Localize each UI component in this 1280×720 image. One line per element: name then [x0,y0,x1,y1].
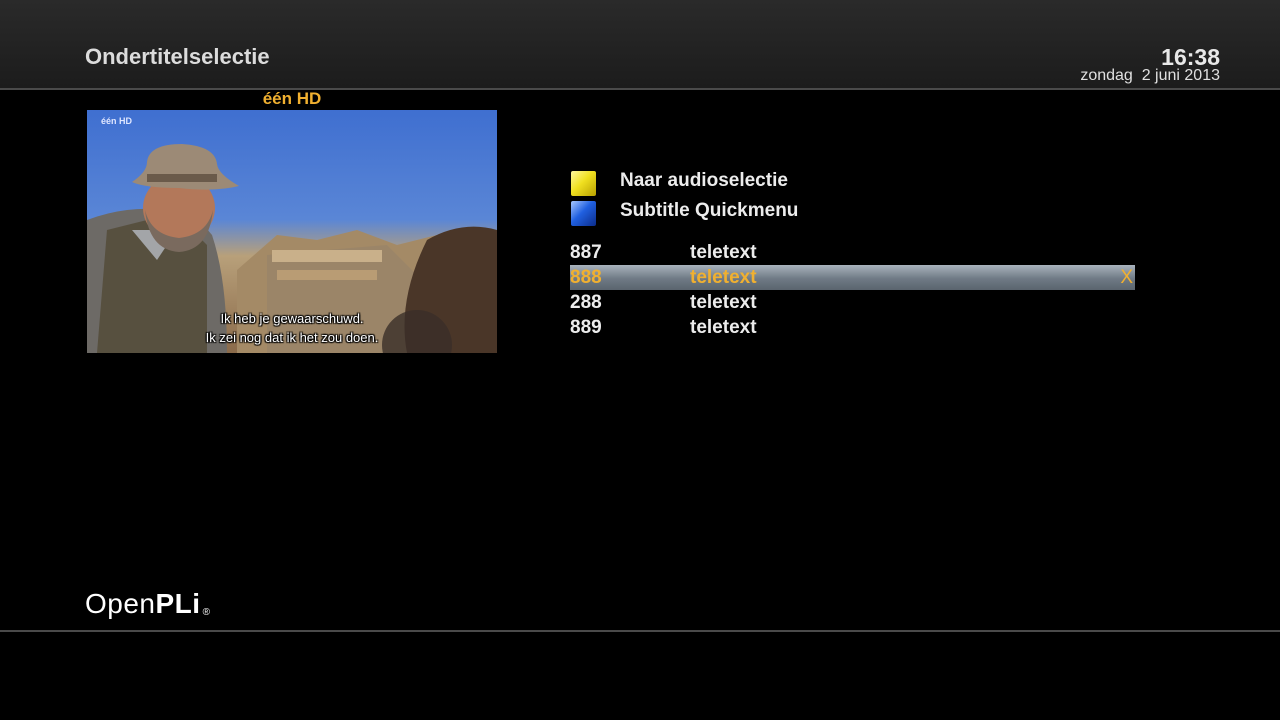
blue-button-icon[interactable] [571,201,596,226]
subtitle-list: 887 teletext 888 teletext X 288 teletext… [570,240,1135,340]
subtitle-type: teletext [690,292,757,313]
subtitle-pid: 888 [570,267,602,288]
subtitle-row[interactable]: 889 teletext [570,315,1135,340]
brand-bold: PLi [155,588,201,619]
subtitle-type: teletext [690,317,757,338]
active-marker: X [1120,267,1133,288]
subtitle-line-1: Ik heb je gewaarschuwd. [220,311,364,326]
subtitle-row[interactable]: 887 teletext [570,240,1135,265]
audio-selection-action[interactable]: Naar audioselectie [620,170,788,192]
subtitle-row-selected[interactable]: 888 teletext X [570,265,1135,290]
subtitle-type: teletext [690,267,757,288]
subtitle-row[interactable]: 288 teletext [570,290,1135,315]
subtitle-pid: 288 [570,292,602,313]
yellow-button-icon[interactable] [571,171,596,196]
registered-mark: ® [202,607,211,618]
channel-name: één HD [262,89,322,108]
footer-divider [0,630,1280,632]
date: zondag 2 juni 2013 [1080,67,1220,84]
subtitle-line-2: Ik zei nog dat ik het zou doen. [205,330,379,345]
subtitle-pid: 889 [570,317,602,338]
video-preview: één HD Ik heb je gewaarschuwd. Ik zei no… [87,110,497,353]
subtitle-quickmenu-action[interactable]: Subtitle Quickmenu [620,200,798,222]
page-title: Ondertitelselectie [85,44,270,69]
subtitle-pid: 887 [570,242,602,263]
subtitle-type: teletext [690,242,757,263]
channel-watermark: één HD [101,116,133,126]
openpli-logo: OpenPLi ® [85,588,210,620]
brand-light: Open [85,588,156,619]
